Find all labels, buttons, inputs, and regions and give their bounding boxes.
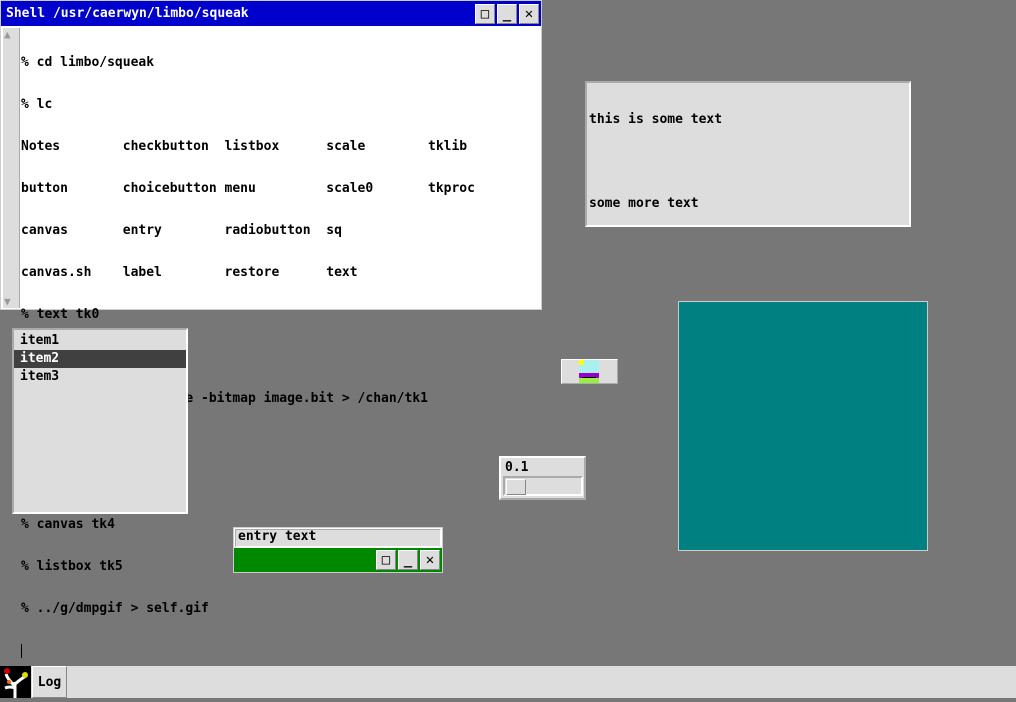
listbox[interactable]: item1 item2 item3 — [12, 328, 188, 514]
maximize-icon[interactable]: □ — [376, 550, 396, 570]
shell-title: Shell /usr/caerwyn/limbo/squeak — [6, 6, 249, 21]
shell-scrollbar[interactable]: ▲ ▼ — [3, 28, 20, 308]
minimize-icon[interactable]: _ — [497, 4, 517, 24]
scroll-up-icon[interactable]: ▲ — [4, 28, 11, 41]
shell-line: % cd limbo/squeak — [21, 55, 155, 70]
taskbar: Log — [0, 666, 1016, 698]
shell-line: % text tk0 — [21, 307, 100, 322]
scale-value: 0.1 — [505, 460, 529, 475]
shell-line: Notes checkbutton listbox scale tklib — [21, 139, 468, 154]
start-menu-button[interactable] — [0, 666, 31, 698]
maximize-icon[interactable]: □ — [475, 4, 495, 24]
entry-window: entry text □ _ ✕ — [233, 527, 443, 573]
canvas-widget[interactable] — [678, 301, 928, 551]
entry-value: entry text — [238, 529, 317, 544]
landscape-image-icon — [579, 360, 599, 383]
close-icon[interactable]: ✕ — [519, 4, 539, 24]
list-item[interactable]: item1 — [14, 332, 186, 350]
list-item[interactable]: item3 — [14, 368, 186, 386]
log-label: Log — [37, 675, 62, 690]
text-line: some more text — [589, 196, 699, 211]
bitmap-button[interactable] — [561, 359, 618, 384]
text-widget[interactable]: this is some text some more text — [585, 81, 911, 227]
scale-widget: 0.1 — [499, 456, 586, 500]
close-icon[interactable]: ✕ — [420, 550, 440, 570]
log-button[interactable]: Log — [32, 666, 67, 698]
minimize-icon[interactable]: _ — [398, 550, 418, 570]
entry-field[interactable]: entry text — [235, 529, 441, 547]
inferno-tree-logo-icon — [4, 668, 28, 698]
shell-window: Shell /usr/caerwyn/limbo/squeak □ _ ✕ ▲ … — [0, 0, 542, 658]
list-item-selected[interactable]: item2 — [14, 350, 186, 368]
shell-line: canvas entry radiobutton sq — [21, 223, 342, 238]
scale-trough[interactable] — [503, 476, 583, 496]
scale-slider-handle[interactable] — [506, 479, 526, 495]
text-line — [589, 155, 907, 169]
text-line: this is some text — [589, 112, 723, 127]
text-cursor — [21, 644, 22, 658]
scroll-down-icon[interactable]: ▼ — [4, 295, 11, 308]
shell-line: canvas.sh label restore text — [21, 265, 358, 280]
shell-line: % ../g/dmpgif > self.gif — [21, 601, 209, 616]
shell-line: button choicebutton menu scale0 tkproc — [21, 181, 475, 196]
shell-line: % lc — [21, 97, 53, 112]
shell-title-bar[interactable]: Shell /usr/caerwyn/limbo/squeak — [1, 1, 541, 26]
